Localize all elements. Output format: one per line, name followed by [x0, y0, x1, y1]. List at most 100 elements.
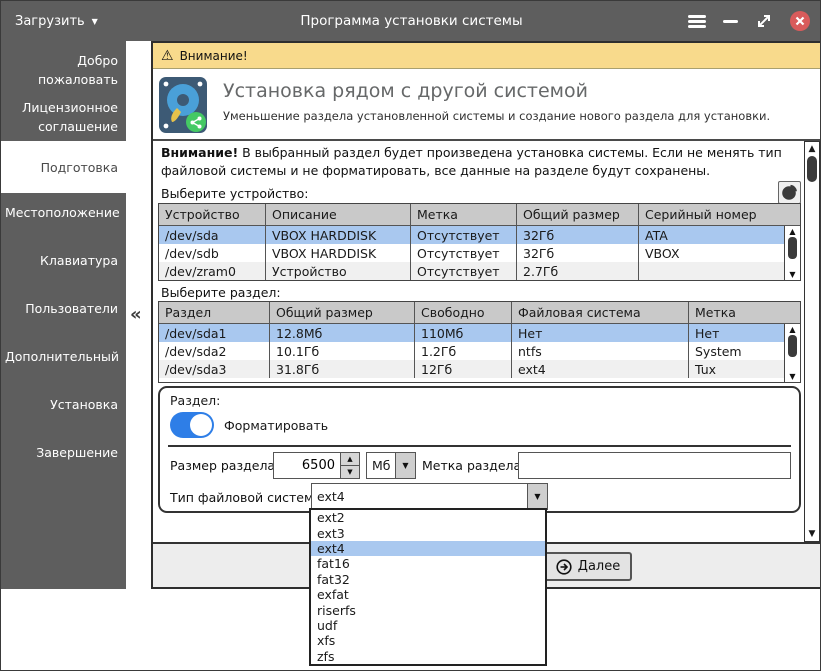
metka-input[interactable] [518, 452, 791, 479]
col-header: Метка [411, 204, 517, 225]
scrollbar-thumb[interactable] [788, 335, 797, 357]
size-unit-value: Мб [367, 453, 395, 478]
titlebar: Загрузить ▼ Программа установки системы [1, 1, 821, 41]
col-header: Свободно [415, 302, 512, 323]
notice-text: Внимание! В выбранный раздел будет произ… [161, 144, 797, 179]
device-table: Устройство Описание Метка Общий размер С… [158, 203, 801, 281]
fs-field-label: Тип файловой системы: [170, 490, 327, 505]
scrollbar-thumb[interactable] [788, 237, 797, 259]
chevron-down-icon[interactable]: ▼ [395, 453, 415, 478]
content-panel: ⚠ Внимание! Установка рядом с дру [151, 41, 821, 589]
metka-field-label: Метка раздела: [422, 458, 525, 473]
main-scrollbar[interactable]: ▲ ▼ [804, 141, 820, 542]
size-unit-select[interactable]: Мб ▼ [366, 452, 416, 479]
partition-form-group: Раздел: Форматировать Размер раздела: ▲ … [158, 386, 801, 513]
pie-chart-button[interactable] [778, 181, 801, 204]
col-header: Общий размер [517, 204, 639, 225]
partition-table-scrollbar[interactable]: ▲ ▼ [784, 324, 800, 382]
separator [168, 445, 791, 447]
scroll-down-icon[interactable]: ▼ [785, 270, 800, 279]
installer-window: Загрузить ▼ Программа установки системы … [0, 0, 821, 671]
sidebar-item-installation[interactable]: Установка [1, 395, 126, 414]
size-field-label: Размер раздела: [170, 458, 279, 473]
sidebar-item-location[interactable]: Местоположение [1, 203, 126, 222]
next-button[interactable]: Далее [544, 552, 632, 581]
arrow-right-circle-icon [556, 559, 572, 575]
main-area: Внимание! В выбранный раздел будет произ… [153, 141, 820, 542]
table-row[interactable]: /dev/zram0 Устройство Отсутствует 2.7Гб [159, 262, 800, 280]
warning-banner-text: Внимание! [180, 49, 248, 63]
dropdown-option[interactable]: ext2 [311, 510, 545, 525]
stepper-up-icon[interactable]: ▲ [341, 453, 359, 466]
scrollbar-thumb[interactable] [807, 156, 817, 182]
dropdown-option[interactable]: riserfs [311, 602, 545, 617]
chevron-down-icon: ▼ [92, 17, 98, 26]
col-header: Устройство [159, 204, 266, 225]
maximize-icon[interactable] [755, 12, 773, 30]
sidebar-item-finish[interactable]: Завершение [1, 443, 126, 462]
stepper-buttons: ▲ ▼ [340, 453, 359, 478]
chevron-down-icon[interactable]: ▼ [527, 484, 547, 509]
dropdown-option[interactable]: udf [311, 618, 545, 633]
dropdown-option[interactable]: fat32 [311, 572, 545, 587]
table-row[interactable]: /dev/sdb VBOX HARDDISK Отсутствует 32Гб … [159, 244, 800, 262]
dropdown-option[interactable]: zfs [311, 649, 545, 664]
fs-type-select[interactable]: ext4 ▼ [311, 483, 548, 510]
col-header: Описание [266, 204, 411, 225]
next-button-label: Далее [578, 559, 620, 574]
close-icon[interactable] [790, 11, 810, 31]
fs-type-dropdown-list: ext2 ext3 ext4 fat16 fat32 exfat riserfs… [309, 508, 547, 666]
partition-table: Раздел Общий размер Свободно Файловая си… [158, 301, 801, 383]
fs-type-value: ext4 [312, 484, 527, 509]
size-input[interactable] [274, 453, 340, 478]
load-button-label: Загрузить [15, 14, 85, 29]
dropdown-option-selected[interactable]: ext4 [311, 541, 545, 556]
pie-chart-icon [781, 184, 798, 201]
sidebar-item-preparation[interactable]: Подготовка [1, 141, 126, 193]
dropdown-option[interactable]: xfs [311, 633, 545, 648]
menu-icon[interactable] [688, 15, 706, 28]
hard-disk-icon [158, 76, 208, 134]
dropdown-option[interactable]: exfat [311, 587, 545, 602]
dropdown-option[interactable]: ext3 [311, 525, 545, 540]
col-header: Раздел [159, 302, 270, 323]
size-stepper: ▲ ▼ [273, 452, 360, 479]
toggle-knob [190, 414, 212, 436]
scroll-up-icon[interactable]: ▲ [805, 144, 819, 154]
load-button[interactable]: Загрузить ▼ [15, 1, 98, 41]
partition-section-label: Выберите раздел: [161, 285, 281, 300]
sidebar: Добро пожаловать Лицензионное соглашение… [1, 41, 126, 589]
format-toggle[interactable] [170, 412, 214, 438]
sidebar-item-additional[interactable]: Дополнительный [1, 347, 126, 366]
table-row[interactable]: /dev/sda2 10.1Гб 1.2Гб ntfs System [159, 342, 800, 360]
collapse-sidebar-icon[interactable]: « [130, 304, 142, 325]
sidebar-item-users[interactable]: Пользователи [1, 299, 126, 318]
scroll-up-icon[interactable]: ▲ [785, 325, 800, 334]
sidebar-item-welcome[interactable]: Добро пожаловать [1, 51, 126, 89]
device-table-scrollbar[interactable]: ▲ ▼ [784, 226, 800, 280]
sidebar-item-license[interactable]: Лицензионное соглашение [1, 98, 126, 136]
dropdown-option[interactable]: fat16 [311, 556, 545, 571]
table-row[interactable]: /dev/sda VBOX HARDDISK Отсутствует 32Гб … [159, 226, 800, 244]
col-header: Общий размер [270, 302, 415, 323]
warning-banner: ⚠ Внимание! [153, 43, 820, 69]
scroll-down-icon[interactable]: ▼ [805, 529, 819, 539]
device-table-header: Устройство Описание Метка Общий размер С… [159, 204, 800, 226]
group-label: Раздел: [170, 393, 220, 408]
col-header: Файловая система [512, 302, 689, 323]
page-title: Установка рядом с другой системой [223, 80, 588, 102]
partition-table-header: Раздел Общий размер Свободно Файловая си… [159, 302, 800, 324]
warning-triangle-icon: ⚠ [161, 49, 174, 63]
window-controls [688, 1, 810, 41]
scroll-down-icon[interactable]: ▼ [785, 372, 800, 381]
page-header: Установка рядом с другой системой Уменьш… [153, 69, 820, 141]
table-row[interactable]: /dev/sda1 12.8Мб 110Мб Нет Нет [159, 324, 800, 342]
stepper-down-icon[interactable]: ▼ [341, 466, 359, 478]
minimize-icon[interactable] [723, 20, 738, 23]
table-row[interactable]: /dev/sda3 31.8Гб 12Гб ext4 Tux [159, 360, 800, 378]
scroll-up-icon[interactable]: ▲ [785, 227, 800, 236]
device-section-label: Выберите устройство: [161, 186, 309, 201]
col-header: Метка [689, 302, 800, 323]
sidebar-item-keyboard[interactable]: Клавиатура [1, 251, 126, 270]
format-toggle-label: Форматировать [224, 418, 328, 433]
